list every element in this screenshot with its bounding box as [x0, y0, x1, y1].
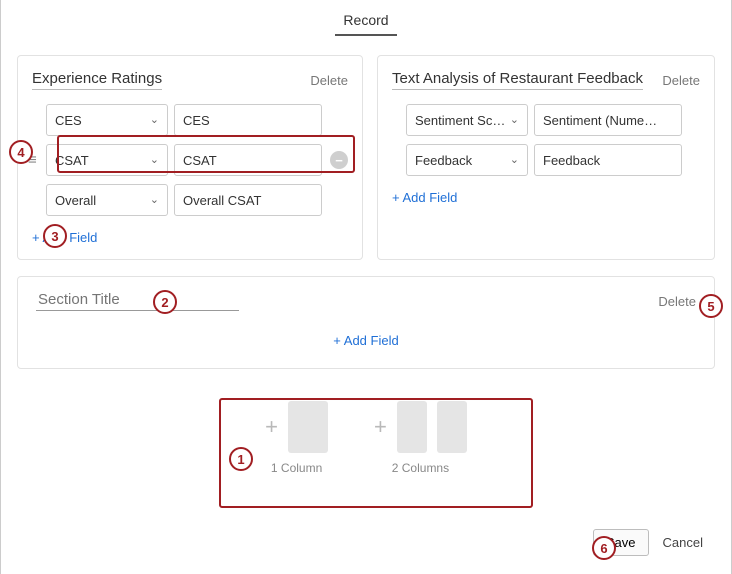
field-label-input[interactable]: CSAT [174, 144, 322, 176]
cancel-button[interactable]: Cancel [663, 535, 703, 550]
chevron-down-icon: ⌄ [150, 155, 159, 166]
field-row: ≡ CSAT ⌄ CSAT − [46, 144, 348, 176]
layout-preview: + [265, 401, 328, 453]
dropdown-value: Overall [55, 193, 96, 208]
plus-icon: + [374, 414, 387, 440]
field-source-dropdown[interactable]: Overall ⌄ [46, 184, 168, 216]
layout-caption: 1 Column [271, 461, 322, 475]
annotation-callout-2: 2 [153, 290, 177, 314]
annotation-callout-4: 4 [9, 140, 33, 164]
add-field-button[interactable]: + Add Field [392, 190, 457, 205]
field-label-input[interactable]: Sentiment (Nume… [534, 104, 682, 136]
dropdown-value: CSAT [55, 153, 89, 168]
delete-section-button[interactable]: Delete [658, 294, 696, 309]
delete-section-button[interactable]: Delete [310, 73, 348, 88]
panel-title[interactable]: Text Analysis of Restaurant Feedback [392, 70, 643, 90]
column-preview-block [437, 401, 467, 453]
panel-experience-ratings: Experience Ratings Delete CES ⌄ CES ≡ CS… [17, 55, 363, 260]
layout-preview: + [374, 401, 467, 453]
chevron-down-icon: ⌄ [510, 155, 519, 166]
field-source-dropdown[interactable]: Sentiment Score ⌄ [406, 104, 528, 136]
dropdown-value: Sentiment Score [415, 113, 507, 128]
field-source-dropdown[interactable]: CSAT ⌄ [46, 144, 168, 176]
delete-section-button[interactable]: Delete [662, 73, 700, 88]
plus-icon: + [265, 414, 278, 440]
add-field-button[interactable]: + Add Field [36, 333, 696, 348]
column-preview-block [288, 401, 328, 453]
field-row: Sentiment Score ⌄ Sentiment (Nume… [406, 104, 700, 136]
field-row: CES ⌄ CES [46, 104, 348, 136]
add-one-column-button[interactable]: + 1 Column [265, 401, 328, 475]
dropdown-value: CES [55, 113, 82, 128]
column-preview-block [397, 401, 427, 453]
layout-caption: 2 Columns [392, 461, 449, 475]
field-rows: CES ⌄ CES ≡ CSAT ⌄ CSAT − [32, 104, 348, 216]
panel-header: Delete [36, 291, 696, 311]
annotation-callout-6: 6 [592, 536, 616, 560]
field-row: Feedback ⌄ Feedback [406, 144, 700, 176]
field-label-input[interactable]: CES [174, 104, 322, 136]
panel-header: Experience Ratings Delete [32, 70, 348, 90]
page-root: Record Experience Ratings Delete CES ⌄ C… [0, 0, 732, 574]
section-title-input[interactable] [36, 291, 239, 311]
chevron-down-icon: ⌄ [510, 115, 519, 126]
panel-new-section: Delete + Add Field [17, 276, 715, 369]
field-source-dropdown[interactable]: Feedback ⌄ [406, 144, 528, 176]
annotation-callout-3: 3 [43, 224, 67, 248]
add-two-columns-button[interactable]: + 2 Columns [374, 401, 467, 475]
field-row: Overall ⌄ Overall CSAT [46, 184, 348, 216]
remove-field-button[interactable]: − [330, 151, 348, 169]
chevron-down-icon: ⌄ [150, 115, 159, 126]
field-label-input[interactable]: Feedback [534, 144, 682, 176]
dropdown-value: Feedback [415, 153, 472, 168]
annotation-callout-5: 5 [699, 294, 723, 318]
annotation-callout-1: 1 [229, 447, 253, 471]
panel-row: Experience Ratings Delete CES ⌄ CES ≡ CS… [17, 55, 715, 260]
layout-picker: + 1 Column + 2 Columns [17, 389, 715, 489]
panel-title[interactable]: Experience Ratings [32, 70, 162, 90]
tab-record[interactable]: Record [335, 12, 396, 36]
field-rows: Sentiment Score ⌄ Sentiment (Nume… Feedb… [392, 104, 700, 176]
chevron-down-icon: ⌄ [150, 195, 159, 206]
tab-row: Record [17, 0, 715, 37]
field-source-dropdown[interactable]: CES ⌄ [46, 104, 168, 136]
panel-text-analysis: Text Analysis of Restaurant Feedback Del… [377, 55, 715, 260]
field-label-input[interactable]: Overall CSAT [174, 184, 322, 216]
panel-header: Text Analysis of Restaurant Feedback Del… [392, 70, 700, 90]
